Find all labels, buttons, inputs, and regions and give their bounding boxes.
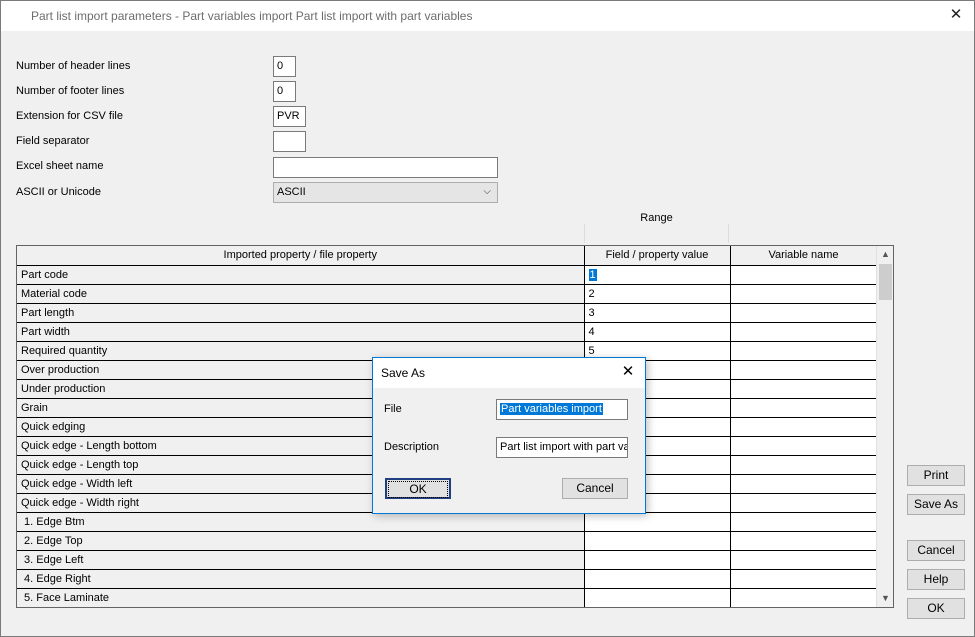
cancel-button[interactable]: Cancel [907,540,965,561]
table-row[interactable]: Part length 3 [17,302,878,323]
variable-name-cell[interactable] [729,340,878,361]
variable-name-cell[interactable] [729,397,878,418]
encoding-label: ASCII or Unicode [16,186,101,198]
variable-name-cell[interactable] [729,416,878,437]
csv-extension-input[interactable]: PVR [273,106,306,127]
variable-name-cell[interactable] [729,321,878,342]
dialog-cancel-button[interactable]: Cancel [562,478,628,499]
header-lines-input[interactable]: 0 [273,56,296,77]
chevron-down-icon: ⌵ [483,186,491,197]
column-header-value: Field / property value [583,246,731,266]
field-separator-label: Field separator [16,135,90,147]
dialog-file-input[interactable]: Part variables import [496,399,628,420]
field-value-cell[interactable] [583,587,731,607]
scroll-down-icon[interactable]: ▼ [877,590,893,607]
property-cell[interactable]: 2. Edge Top [17,530,585,551]
ok-button[interactable]: OK [907,598,965,619]
field-value-cell[interactable] [583,530,731,551]
grid-vertical-scrollbar[interactable]: ▲ ▼ [876,246,893,607]
csv-extension-label: Extension for CSV file [16,110,123,122]
footer-lines-label: Number of footer lines [16,85,125,97]
variable-name-cell[interactable] [729,265,878,285]
column-header-property: Imported property / file property [17,246,585,266]
property-cell[interactable]: 1. Edge Btm [17,511,585,532]
table-row[interactable]: Material code 2 [17,283,878,304]
excel-sheet-label: Excel sheet name [16,160,104,172]
field-separator-input[interactable] [273,131,306,152]
variable-name-cell[interactable] [729,587,878,607]
dialog-file-label: File [384,403,402,415]
save-as-dialog: Save As ✕ File Part variables import Des… [372,357,646,514]
dialog-ok-button[interactable]: OK [385,478,451,499]
property-cell[interactable]: Part width [17,321,585,342]
table-row[interactable]: Part code 1 [17,265,878,285]
variable-name-cell[interactable] [729,302,878,323]
variable-name-cell[interactable] [729,378,878,399]
footer-lines-input[interactable]: 0 [273,81,296,102]
property-cell[interactable]: Part length [17,302,585,323]
selected-value: 1 [588,268,597,281]
table-row[interactable]: 5. Face Laminate [17,587,878,607]
dialog-ok-label: OK [388,481,448,498]
header-lines-label: Number of header lines [16,60,131,72]
title-bar: Part list import parameters - Part varia… [1,1,974,31]
encoding-select[interactable]: ASCII ⌵ [273,182,498,203]
close-icon[interactable]: ✕ [944,5,968,25]
property-cell[interactable]: 3. Edge Left [17,549,585,570]
scroll-up-icon[interactable]: ▲ [877,246,893,263]
save-as-button[interactable]: Save As [907,494,965,515]
window-title: Part list import parameters - Part varia… [31,9,473,23]
variable-name-cell[interactable] [729,549,878,570]
table-row[interactable]: 1. Edge Btm [17,511,878,532]
range-label: Range [636,212,677,224]
field-value-cell[interactable]: 2 [583,283,731,304]
field-value-cell[interactable] [583,511,731,532]
dialog-title: Save As [381,366,426,380]
scroll-thumb[interactable] [879,264,892,300]
variable-name-cell[interactable] [729,454,878,475]
dialog-description-label: Description [384,441,440,453]
column-header-variable: Variable name [729,246,878,266]
property-cell[interactable]: 4. Edge Right [17,568,585,589]
variable-name-cell[interactable] [729,492,878,513]
variable-name-cell[interactable] [729,283,878,304]
dialog-description-input[interactable]: Part list import with part var [496,437,628,458]
dialog-title-bar: Save As ✕ [373,358,645,388]
encoding-select-value: ASCII [277,186,306,198]
table-row[interactable]: 4. Edge Right [17,568,878,589]
property-cell[interactable]: Material code [17,283,585,304]
table-row[interactable]: Part width 4 [17,321,878,342]
field-value-cell[interactable]: 4 [583,321,731,342]
variable-name-cell[interactable] [729,435,878,456]
import-parameters-window: Part list import parameters - Part varia… [0,0,975,637]
dialog-file-value: Part variables import [500,403,603,415]
range-label-wrap: Range [584,212,729,224]
print-button[interactable]: Print [907,465,965,486]
variable-name-cell[interactable] [729,359,878,380]
dialog-close-icon[interactable]: ✕ [617,362,639,382]
table-row[interactable]: 3. Edge Left [17,549,878,570]
field-value-cell[interactable] [583,549,731,570]
variable-name-cell[interactable] [729,530,878,551]
field-value-cell[interactable]: 3 [583,302,731,323]
variable-name-cell[interactable] [729,511,878,532]
field-value-cell[interactable] [583,568,731,589]
excel-sheet-input[interactable] [273,157,498,178]
variable-name-cell[interactable] [729,568,878,589]
table-row[interactable]: 2. Edge Top [17,530,878,551]
variable-name-cell[interactable] [729,473,878,494]
property-cell[interactable]: 5. Face Laminate [17,587,585,607]
help-button[interactable]: Help [907,569,965,590]
property-cell[interactable]: Part code [17,265,585,285]
field-value-cell[interactable]: 1 [583,265,731,285]
table-header-row: Imported property / file property Field … [17,246,878,266]
